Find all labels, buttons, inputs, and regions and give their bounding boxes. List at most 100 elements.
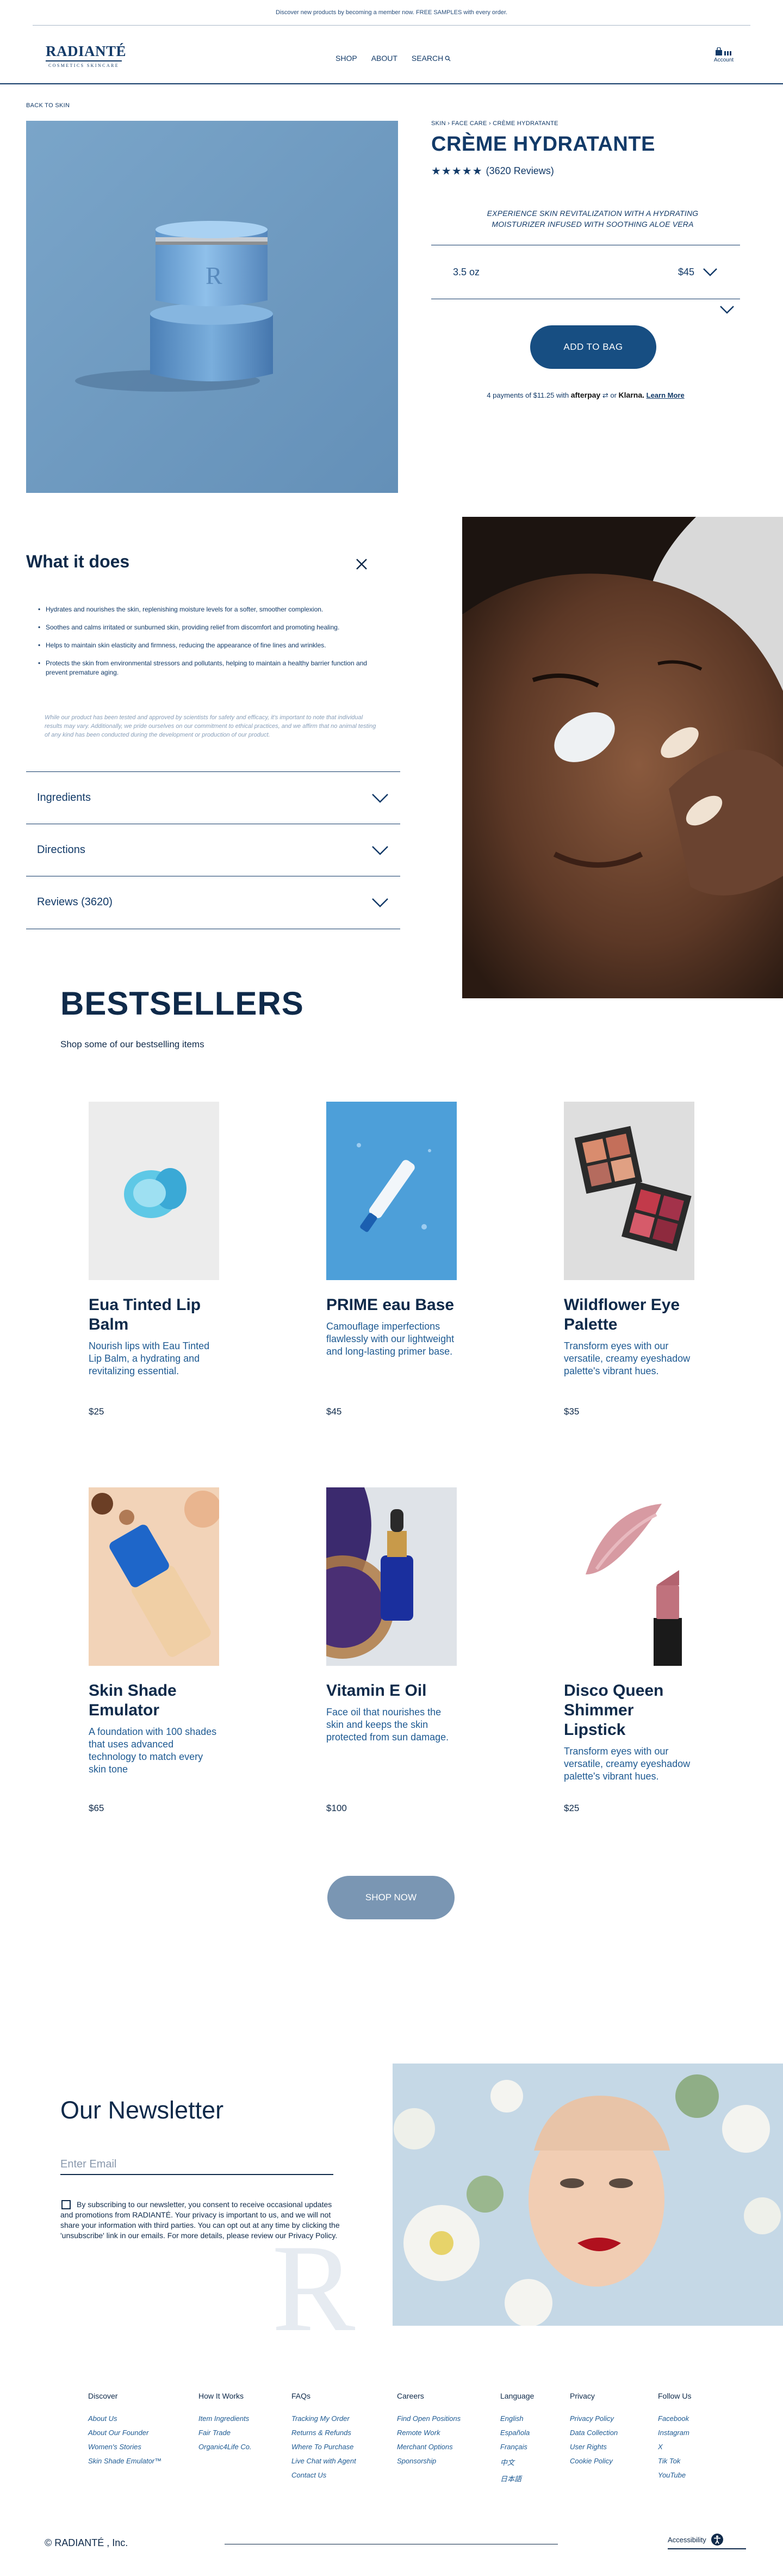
product-card[interactable]: Disco Queen Shimmer Lipstick Transform e…: [564, 1487, 694, 1813]
product-name[interactable]: PRIME eau Base: [326, 1295, 457, 1315]
account-label: Account: [713, 57, 734, 63]
nav-shop[interactable]: SHOP: [335, 54, 357, 63]
product-name[interactable]: Vitamin E Oil: [326, 1681, 457, 1701]
footer-link[interactable]: User Rights: [570, 2443, 618, 2451]
email-field[interactable]: [60, 2154, 333, 2175]
footer-link[interactable]: Tik Tok: [658, 2457, 691, 2465]
accordion-directions[interactable]: Directions: [26, 824, 400, 876]
product-thumb-primer[interactable]: [326, 1102, 457, 1280]
footer-link[interactable]: YouTube: [658, 2471, 691, 2479]
accordion-reviews[interactable]: Reviews (3620): [26, 876, 400, 928]
footer-heading: Language: [500, 2392, 535, 2400]
product-card[interactable]: Wildflower Eye Palette Transform eyes wi…: [564, 1102, 694, 1417]
footer-link[interactable]: 中文: [500, 2457, 534, 2467]
footer-link[interactable]: Cookie Policy: [570, 2457, 618, 2465]
footer-link[interactable]: Remote Work: [397, 2429, 461, 2437]
footer-link[interactable]: Sponsorship: [397, 2457, 461, 2465]
add-to-bag-button[interactable]: ADD TO BAG: [530, 325, 656, 369]
what-it-does-title: What it does: [26, 552, 130, 571]
search-icon: [445, 55, 451, 61]
footer-link[interactable]: 日本語: [500, 2473, 534, 2484]
product-thumb-eye-palette[interactable]: [564, 1102, 694, 1280]
bestsellers-subtitle: Shop some of our bestselling items: [60, 1039, 204, 1049]
footer-link[interactable]: Facebook: [658, 2414, 691, 2423]
footer-link[interactable]: About Our Founder: [88, 2429, 161, 2437]
footer-link[interactable]: Contact Us: [291, 2471, 356, 2479]
footer-link[interactable]: Find Open Positions: [397, 2414, 461, 2423]
nav-about[interactable]: ABOUT: [371, 54, 397, 63]
product-price: $100: [326, 1803, 347, 1813]
footer-heading: FAQs: [291, 2392, 311, 2400]
face-photo: [462, 517, 783, 998]
review-count: (3620 Reviews): [486, 165, 554, 176]
footer-link[interactable]: Organic4Life Co.: [198, 2443, 252, 2451]
footer-link[interactable]: About Us: [88, 2414, 161, 2423]
chevron-down-icon[interactable]: [719, 305, 735, 314]
footer-link[interactable]: Skin Shade Emulator™: [88, 2457, 161, 2465]
product-card[interactable]: PRIME eau Base Camouflage imperfections …: [326, 1102, 457, 1417]
footer-link[interactable]: Data Collection: [570, 2429, 618, 2437]
footer-link[interactable]: Français: [500, 2443, 534, 2451]
product-card[interactable]: Eua Tinted Lip Balm Nourish lips with Ea…: [89, 1102, 219, 1417]
footer-link[interactable]: Where To Purchase: [291, 2443, 356, 2451]
installment-text: 4 payments of $11.25 with: [487, 391, 569, 399]
accordion-directions-label: Directions: [37, 844, 85, 856]
product-tagline: EXPERIENCE SKIN REVITALIZATION WITH A HY…: [487, 209, 699, 228]
product-card[interactable]: Skin Shade Emulator A foundation with 10…: [89, 1487, 219, 1813]
accordion-reviews-label: Reviews (3620): [37, 896, 113, 908]
footer-link[interactable]: Live Chat with Agent: [291, 2457, 356, 2465]
installment-or: or: [610, 391, 617, 399]
product-card[interactable]: Vitamin E Oil Face oil that nourishes th…: [326, 1487, 457, 1813]
size-selector[interactable]: 3.5 oz $45: [431, 245, 740, 299]
chevron-down-icon: [372, 793, 388, 803]
flowers-face-photo: [393, 2064, 783, 2326]
close-icon[interactable]: [353, 556, 370, 572]
product-image: R: [26, 121, 398, 493]
product-name[interactable]: Wildflower Eye Palette: [564, 1295, 694, 1335]
footer-link[interactable]: English: [500, 2414, 534, 2423]
footer-link[interactable]: Item Ingredients: [198, 2414, 252, 2423]
shop-now-button[interactable]: SHOP NOW: [327, 1876, 455, 1919]
afterpay-logo: afterpay: [570, 391, 601, 399]
product-name[interactable]: Eua Tinted Lip Balm: [89, 1295, 219, 1335]
accessibility-icon: [711, 2534, 723, 2546]
product-name[interactable]: Disco Queen Shimmer Lipstick: [564, 1681, 694, 1740]
footer-link[interactable]: Women's Stories: [88, 2443, 161, 2451]
accessibility-label: Accessibility: [668, 2535, 706, 2544]
learn-more-link[interactable]: Learn More: [647, 391, 685, 399]
footer-link[interactable]: Privacy Policy: [570, 2414, 618, 2423]
footer-link[interactable]: Tracking My Order: [291, 2414, 356, 2423]
back-to-skin-link[interactable]: BACK TO SKIN: [26, 102, 70, 109]
footer-column-discover: Discover About Us About Our Founder Wome…: [88, 2392, 161, 2471]
product-price: $65: [89, 1803, 104, 1813]
footer-link[interactable]: Returns & Refunds: [291, 2429, 356, 2437]
cream-jar-illustration: R: [26, 121, 398, 493]
footer-link[interactable]: X: [658, 2443, 691, 2451]
benefit-item: Hydrates and nourishes the skin, repleni…: [38, 605, 386, 614]
accordion-ingredients-label: Ingredients: [37, 792, 91, 804]
footer-heading: Discover: [88, 2392, 118, 2400]
product-thumb-vitamin-oil[interactable]: [326, 1487, 457, 1666]
breadcrumb[interactable]: SKIN › FACE CARE › CRÈME HYDRATANTE: [431, 120, 558, 127]
footer-heading: How It Works: [198, 2392, 244, 2400]
accessibility-link[interactable]: Accessibility: [668, 2533, 724, 2546]
consent-checkbox[interactable]: [61, 2200, 71, 2209]
footer-link[interactable]: Merchant Options: [397, 2443, 461, 2451]
account-link[interactable]: Account: [710, 47, 737, 63]
footer-link[interactable]: Fair Trade: [198, 2429, 252, 2437]
product-price: $35: [564, 1406, 580, 1417]
product-thumb-lipstick[interactable]: [564, 1487, 694, 1666]
footer-column-faqs: FAQs Tracking My Order Returns & Refunds…: [291, 2392, 356, 2485]
price-value: $45: [678, 266, 694, 277]
brand-logo[interactable]: RADIANTÉ COSMETICS SKINCARE: [46, 43, 126, 70]
nav-search[interactable]: SEARCH: [412, 54, 451, 63]
product-thumb-lip-balm[interactable]: [89, 1102, 219, 1280]
footer-link[interactable]: Instagram: [658, 2429, 691, 2437]
product-name[interactable]: Skin Shade Emulator: [89, 1681, 219, 1720]
testing-disclaimer: While our product has been tested and ap…: [45, 714, 376, 738]
footer-link[interactable]: Española: [500, 2429, 534, 2437]
accordion-ingredients[interactable]: Ingredients: [26, 771, 400, 824]
product-price: $25: [89, 1406, 104, 1417]
product-rating[interactable]: ★★★★★ (3620 Reviews): [431, 164, 554, 178]
product-thumb-foundation[interactable]: [89, 1487, 219, 1666]
